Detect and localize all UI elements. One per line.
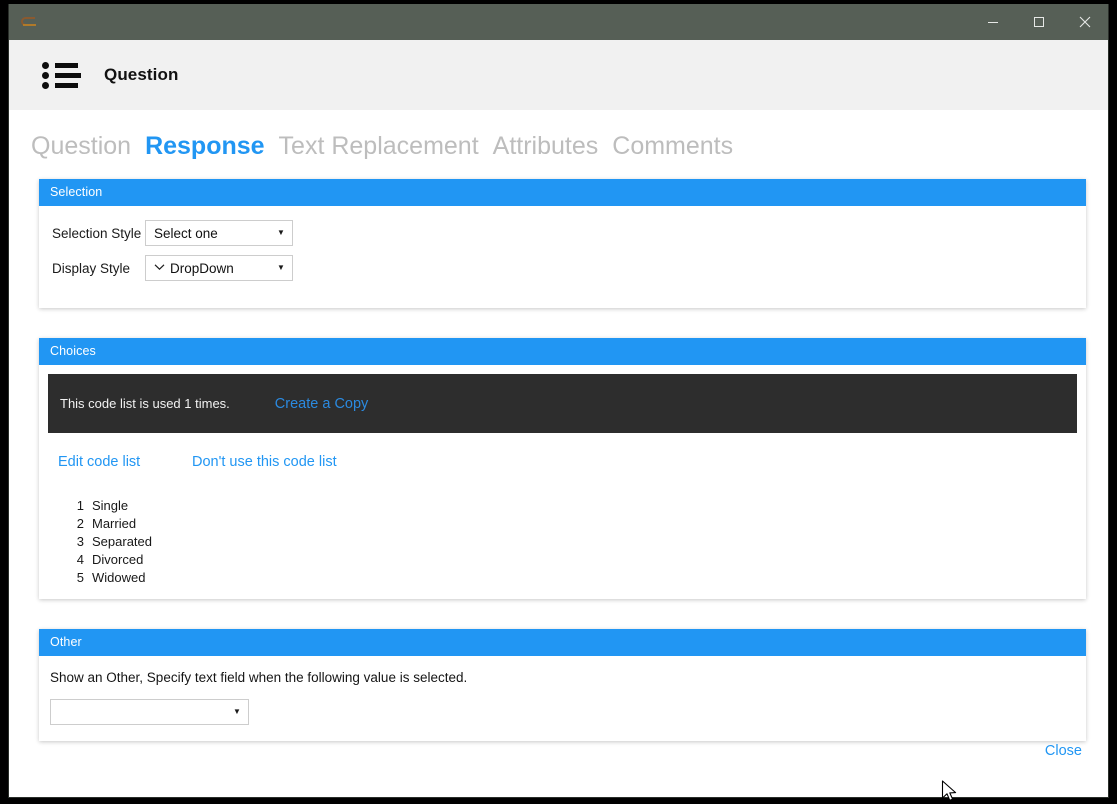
- code-value: 2: [76, 516, 84, 531]
- triangle-down-icon: ▼: [233, 707, 241, 716]
- display-style-label: Display Style: [52, 260, 131, 276]
- triangle-down-icon: ▼: [277, 263, 285, 272]
- selection-panel-title: Selection: [39, 179, 1086, 206]
- triangle-down-icon: ▼: [277, 228, 285, 237]
- choices-panel-title: Choices: [39, 338, 1086, 365]
- minimize-button[interactable]: [970, 4, 1016, 40]
- tab-question[interactable]: Question: [31, 132, 131, 161]
- selection-panel-body: Selection Style Select one ▼ Display Sty…: [39, 206, 1086, 308]
- selection-style-dropdown[interactable]: Select one ▼: [145, 220, 293, 246]
- tab-bar: Question Response Text Replacement Attri…: [9, 110, 1108, 161]
- list-item: 2 Married: [70, 515, 1077, 533]
- close-link[interactable]: Close: [1045, 743, 1082, 759]
- maximize-icon: [1034, 17, 1044, 27]
- list-item: 1 Single: [70, 497, 1077, 515]
- content-area: Question Response Text Replacement Attri…: [9, 110, 1108, 797]
- code-value: 1: [76, 498, 84, 513]
- title-bar: [9, 4, 1108, 40]
- selection-style-value: Select one: [154, 225, 218, 241]
- close-button[interactable]: [1062, 4, 1108, 40]
- code-list: 1 Single 2 Married 3 Separated 4 Divorce…: [48, 470, 1077, 587]
- selection-style-label: Selection Style: [52, 225, 142, 241]
- question-window: Question Question Response Text Replacem…: [8, 4, 1109, 798]
- minimize-icon: [988, 22, 998, 23]
- dont-use-code-list-link[interactable]: Don't use this code list: [192, 454, 337, 470]
- code-value: 5: [76, 570, 84, 585]
- code-label: Separated: [92, 534, 152, 549]
- tab-response[interactable]: Response: [145, 132, 264, 161]
- other-value-dropdown[interactable]: ▼: [50, 699, 249, 725]
- code-label: Divorced: [92, 552, 144, 567]
- create-a-copy-link[interactable]: Create a Copy: [275, 396, 369, 412]
- display-style-dropdown[interactable]: DropDown ▼: [145, 255, 293, 281]
- codelist-usage-bar: This code list is used 1 times. Create a…: [48, 374, 1077, 433]
- page-title: Question: [104, 65, 179, 84]
- choices-panel-body: This code list is used 1 times. Create a…: [39, 365, 1086, 599]
- list-item: 5 Widowed: [70, 569, 1077, 587]
- footer: Close: [9, 723, 1108, 797]
- app-bracket-icon: [19, 15, 39, 29]
- code-label: Widowed: [92, 570, 146, 585]
- close-icon: [1079, 16, 1091, 28]
- other-description: Show an Other, Specify text field when t…: [50, 670, 468, 685]
- other-panel-title: Other: [39, 629, 1086, 656]
- edit-code-list-link[interactable]: Edit code list: [58, 454, 192, 470]
- code-value: 4: [76, 552, 84, 567]
- choices-panel: Choices This code list is used 1 times. …: [39, 338, 1086, 599]
- list-item: 3 Separated: [70, 533, 1077, 551]
- chevron-down-icon: [154, 263, 165, 274]
- display-style-value: DropDown: [170, 260, 234, 276]
- tab-attributes[interactable]: Attributes: [493, 132, 599, 161]
- list-item: 4 Divorced: [70, 551, 1077, 569]
- selection-style-row: Selection Style Select one ▼: [39, 220, 1086, 246]
- code-value: 3: [76, 534, 84, 549]
- code-label: Married: [92, 516, 137, 531]
- tab-text-replacement[interactable]: Text Replacement: [279, 132, 479, 161]
- title-bar-left: [9, 4, 49, 40]
- tab-comments[interactable]: Comments: [612, 132, 733, 161]
- display-style-row: Display Style DropDown ▼: [39, 255, 1086, 281]
- page-header: Question: [9, 40, 1108, 110]
- selection-panel: Selection Selection Style Select one ▼ D…: [39, 179, 1086, 308]
- code-label: Single: [92, 498, 129, 513]
- window-controls: [970, 4, 1108, 40]
- codelist-usage-text: This code list is used 1 times.: [60, 396, 230, 411]
- bulleted-list-icon: [42, 61, 81, 89]
- codelist-actions: Edit code list Don't use this code list: [48, 433, 1077, 470]
- maximize-button[interactable]: [1016, 4, 1062, 40]
